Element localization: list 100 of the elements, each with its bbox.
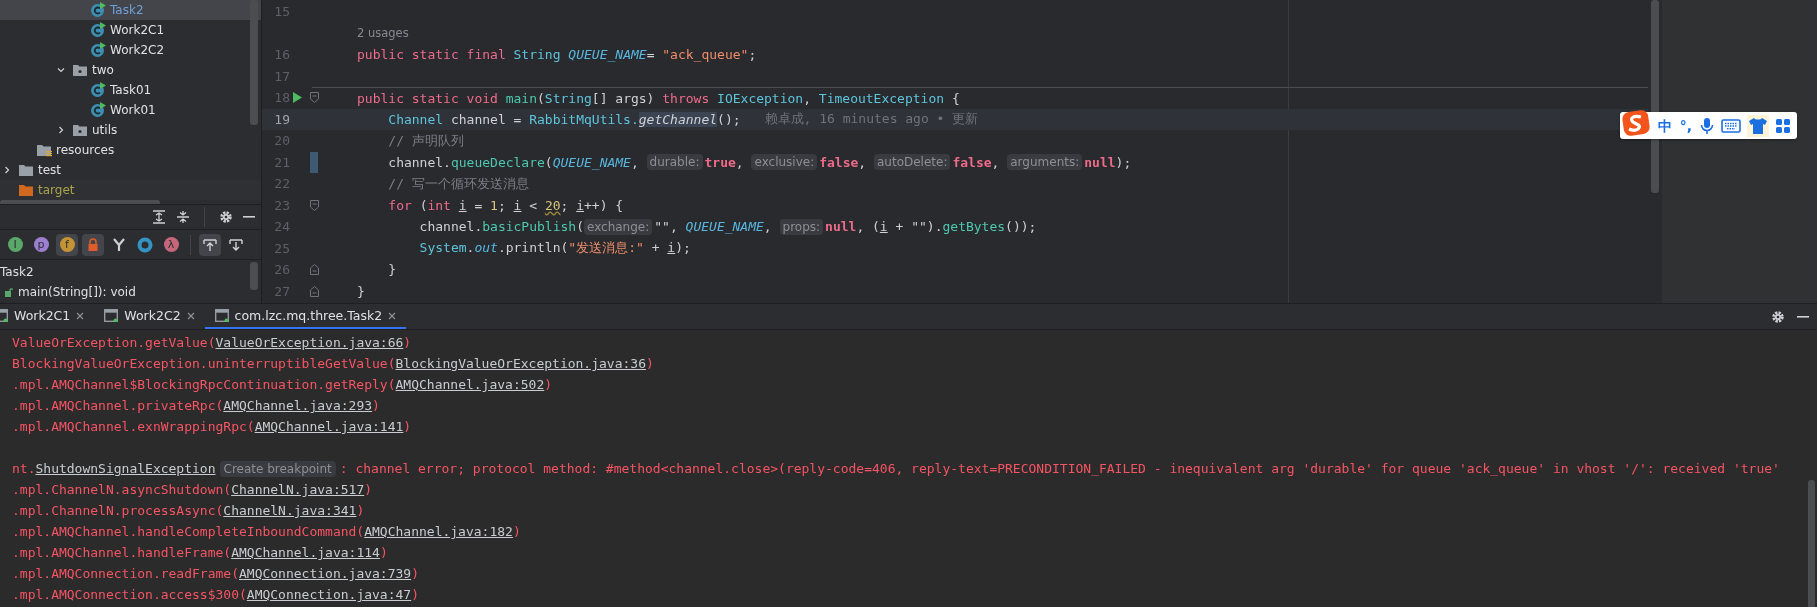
line-number: 15 [273,4,290,20]
tree-item-label: Task01 [110,83,152,97]
close-icon[interactable] [388,311,397,320]
code-text: null); [1084,154,1132,170]
scrollbar[interactable] [1808,480,1815,607]
chevron-right-icon[interactable] [57,126,65,134]
tree-item[interactable]: Work01 [0,100,261,120]
fold-icon[interactable] [310,199,319,211]
collapse-all-icon[interactable] [176,210,190,224]
console-tab[interactable]: com.lzc.mq.three.Task2 [204,304,407,329]
source-link[interactable]: ShutdownSignalException [35,461,216,476]
tree-item[interactable]: Task01 [0,80,261,100]
resources-folder-icon [36,143,52,157]
class-icon [90,102,106,118]
source-link[interactable]: ChannelN.java:341 [223,503,357,518]
line-number: 16 [273,47,290,63]
stack-trace-text: .mpl.AMQChannel$BlockingRpcContinuation.getReply( [12,377,396,392]
chevron-right-icon[interactable] [3,166,11,174]
stack-trace-text: .mpl.ChannelN.asyncShutdown( [12,482,232,497]
autoscroll-button[interactable] [199,233,221,256]
source-link[interactable]: ValueOrException.java:66 [215,335,404,350]
code-text: // 声明队列 [387,131,464,150]
console-tab[interactable]: Work2C2 [94,304,205,329]
parameter-hint: exchange: [584,218,653,235]
stack-trace-text: ValueOrException.getValue( [12,335,216,350]
line-number: 20 [273,133,290,149]
minimize-icon[interactable] [243,215,255,219]
code-text: true, [704,154,745,170]
class-icon [90,42,106,58]
close-icon[interactable] [76,311,85,320]
run-icon[interactable] [292,92,302,104]
source-link[interactable]: AMQConnection.java:47 [246,587,412,602]
fold-icon[interactable] [310,285,319,297]
structure-item[interactable]: Task2 [0,265,34,279]
console-tab[interactable]: Work2C1 [0,304,95,329]
stack-trace-text: ) [645,356,654,371]
ime-button[interactable]: 中 [1657,114,1673,137]
tree-item-label: Work2C2 [110,43,165,57]
source-link[interactable]: AMQChannel.java:114 [231,545,380,560]
source-link[interactable]: ChannelN.java:517 [231,482,365,497]
code-text: for (int i = 1; i < 20; i++) { [387,197,624,213]
source-link[interactable]: AMQChannel.java:293 [223,398,373,413]
code-text: "", QUEUE_NAME, [654,219,773,235]
settings-icon[interactable] [219,210,233,224]
code-text: channel.basicPublish( [418,219,584,235]
structure-item[interactable]: main(String[]): void [18,285,136,299]
stack-trace-text: ) [411,566,419,581]
folder-icon [18,163,34,177]
parameter-hint: exclusive: [751,154,818,171]
folder-icon [18,183,34,197]
scrollbar[interactable] [250,262,258,290]
line-number: 24 [273,219,290,235]
source-link[interactable]: BlockingValueOrException.java:36 [395,356,646,371]
parameter-hint: arguments: [1007,154,1083,171]
stack-trace-text: .mpl.AMQChannel.handleFrame( [12,545,232,560]
scrollbar[interactable] [250,0,258,125]
line-number: 19 [273,111,290,127]
tree-item-label: test [38,163,62,177]
settings-icon[interactable] [1771,309,1785,324]
stack-trace-text: .mpl.ChannelN.processAsync( [12,503,224,518]
create-breakpoint-hint[interactable]: Create breakpoint [219,461,336,477]
line-number: 27 [273,283,290,299]
change-marker[interactable] [310,151,318,173]
class-icon [90,22,106,38]
source-link[interactable]: AMQChannel.java:182 [364,524,513,539]
tree-item-label: Work2C1 [110,23,165,37]
tree-item[interactable]: Work2C2 [0,40,261,60]
tree-item-label: target [38,183,75,197]
tree-item[interactable]: two [0,60,261,80]
filter-button[interactable] [82,233,104,256]
tree-item[interactable]: test [0,160,261,180]
tree-item[interactable]: Task2 [0,0,261,20]
source-link[interactable]: AMQChannel.java:141 [254,419,404,434]
package-icon [72,123,88,137]
line-number: 23 [273,197,290,213]
tree-item[interactable]: Work2C1 [0,20,261,40]
close-icon[interactable] [186,311,195,320]
ime-button[interactable]: °, [1678,114,1694,137]
line-number: 26 [273,262,290,278]
stack-trace-text: ) [364,482,373,497]
expand-all-icon[interactable] [152,210,166,224]
fold-icon[interactable] [310,264,319,276]
usages-hint[interactable]: 2 usages [357,26,409,41]
package-icon [72,63,88,77]
tree-item-label: two [92,63,114,77]
code-text: System.out.println("发送消息:" + i); [418,239,691,258]
stack-trace-text: .mpl.AMQChannel.privateRpc( [12,398,224,413]
source-link[interactable]: AMQChannel.java:502 [395,377,545,392]
stack-trace-text: ) [411,587,419,602]
fold-icon[interactable] [310,92,319,104]
line-number: 22 [273,176,290,192]
tree-item[interactable]: utils [0,120,261,140]
stack-trace-text: ) [372,398,380,413]
chevron-down-icon[interactable] [57,66,65,74]
source-link[interactable]: AMQConnection.java:739 [239,566,412,581]
line-number: 25 [273,240,290,256]
stack-trace-text: ) [544,377,553,392]
tree-item[interactable]: resources [0,140,261,160]
line-number: 18 [273,90,290,106]
tree-item[interactable]: target [0,180,261,200]
